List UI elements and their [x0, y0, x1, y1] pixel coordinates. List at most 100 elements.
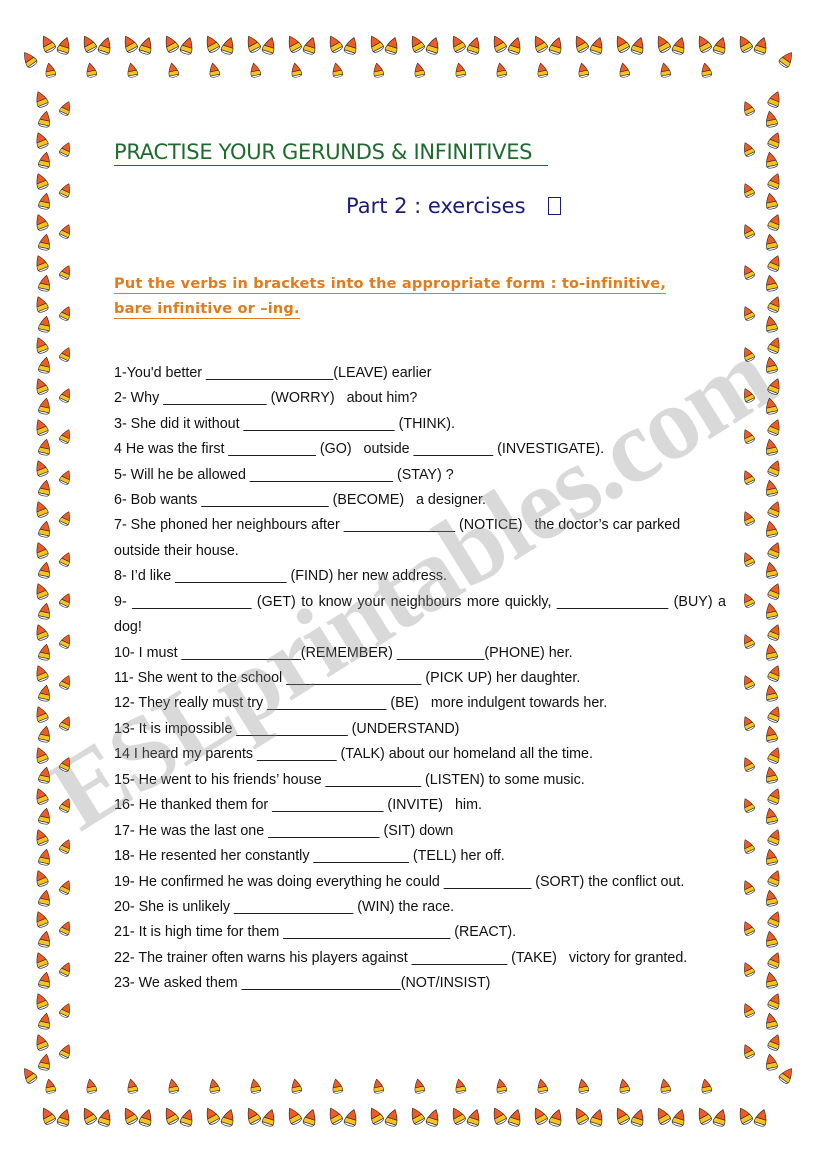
candy-corn-icon	[527, 31, 553, 57]
candy-corn-icon	[486, 31, 512, 57]
candy-corn-icon	[545, 34, 569, 58]
candy-corn-icon	[35, 31, 61, 57]
candy-corn-icon	[258, 34, 282, 58]
candy-corn-icon	[55, 466, 76, 487]
candy-corn-icon	[737, 179, 758, 200]
candy-corn-icon	[763, 292, 786, 315]
candy-corn-icon	[760, 723, 781, 744]
candy-corn-icon	[246, 61, 265, 80]
candy-corn-icon	[763, 948, 786, 971]
candy-corn-icon	[34, 313, 55, 334]
candy-corn-icon	[760, 682, 781, 703]
candy-corn-icon	[737, 794, 758, 815]
exercise-item: 21- It is high time for them ___________…	[114, 924, 517, 941]
candy-corn-icon	[737, 753, 758, 774]
candy-corn-icon	[410, 1077, 429, 1096]
candy-corn-icon	[760, 764, 781, 785]
candy-corn-icon	[55, 261, 76, 282]
candy-corn-icon	[586, 1106, 610, 1130]
candy-corn-icon	[41, 1077, 60, 1096]
candy-corn-icon	[82, 61, 101, 80]
candy-corn-icon	[737, 548, 758, 569]
candy-corn-icon	[34, 272, 55, 293]
candy-corn-icon	[545, 1106, 569, 1130]
candy-corn-icon	[34, 354, 55, 375]
candy-corn-icon	[763, 866, 786, 889]
candy-corn-icon	[697, 1077, 716, 1096]
candy-corn-icon	[763, 907, 786, 930]
candy-corn-icon	[760, 805, 781, 826]
instructions: Put the verbs in brackets into the appro…	[114, 272, 694, 323]
candy-corn-icon	[763, 661, 786, 684]
candy-corn-icon	[34, 436, 55, 457]
candy-corn-icon	[158, 1103, 184, 1129]
box-glyph-icon	[547, 197, 561, 215]
candy-corn-icon	[123, 1077, 142, 1096]
candy-corn-icon	[34, 600, 55, 621]
candy-corn-icon	[322, 31, 348, 57]
candy-corn-icon	[29, 538, 52, 561]
candy-corn-icon	[504, 34, 528, 58]
candy-corn-icon	[486, 1103, 512, 1129]
candy-corn-icon	[760, 887, 781, 908]
page-subtitle: Part 2 : exercises	[346, 194, 526, 218]
candy-corn-icon	[55, 835, 76, 856]
candy-corn-icon	[763, 210, 786, 233]
candy-corn-icon	[760, 846, 781, 867]
candy-corn-icon	[668, 34, 692, 58]
exercise-item: 18- He resented her constantly _________…	[114, 848, 505, 865]
candy-corn-icon	[16, 46, 41, 71]
candy-corn-icon	[760, 1010, 781, 1031]
candy-corn-icon	[656, 1077, 675, 1096]
candy-corn-icon	[34, 190, 55, 211]
candy-corn-icon	[737, 220, 758, 241]
candy-corn-icon	[55, 876, 76, 897]
candy-corn-icon	[29, 784, 52, 807]
candy-corn-icon	[668, 1106, 692, 1130]
candy-corn-icon	[750, 1106, 774, 1130]
candy-corn-icon	[34, 969, 55, 990]
candy-corn-icon	[29, 620, 52, 643]
candy-corn-icon	[29, 907, 52, 930]
candy-corn-icon	[34, 559, 55, 580]
candy-corn-icon	[451, 1077, 470, 1096]
candy-corn-icon	[463, 1106, 487, 1130]
candy-corn-icon	[29, 825, 52, 848]
candy-corn-icon	[627, 34, 651, 58]
candy-corn-icon	[737, 97, 758, 118]
candy-corn-icon	[55, 671, 76, 692]
candy-corn-icon	[760, 1051, 781, 1072]
candy-corn-icon	[34, 149, 55, 170]
candy-corn-icon	[29, 169, 52, 192]
candy-corn-icon	[176, 34, 200, 58]
candy-corn-icon	[76, 31, 102, 57]
candy-corn-icon	[763, 333, 786, 356]
candy-corn-icon	[34, 518, 55, 539]
candy-corn-icon	[533, 1077, 552, 1096]
candy-corn-icon	[404, 31, 430, 57]
candy-corn-icon	[29, 661, 52, 684]
candy-corn-icon	[287, 1077, 306, 1096]
candy-corn-icon	[763, 169, 786, 192]
candy-corn-icon	[35, 1103, 61, 1129]
candy-corn-icon	[41, 61, 60, 80]
candy-corn-icon	[55, 179, 76, 200]
candy-corn-icon	[774, 1062, 799, 1087]
candy-corn-icon	[55, 917, 76, 938]
candy-corn-icon	[76, 1103, 102, 1129]
candy-corn-icon	[287, 61, 306, 80]
exercise-item: 22- The trainer often warns his players …	[114, 949, 688, 966]
candy-corn-icon	[410, 61, 429, 80]
candy-corn-icon	[445, 1103, 471, 1129]
candy-corn-icon	[763, 128, 786, 151]
candy-corn-icon	[737, 302, 758, 323]
candy-corn-icon	[615, 61, 634, 80]
candy-corn-icon	[615, 1077, 634, 1096]
candy-corn-icon	[763, 702, 786, 725]
candy-corn-icon	[29, 948, 52, 971]
candy-corn-icon	[29, 210, 52, 233]
candy-corn-icon	[737, 835, 758, 856]
candy-corn-icon	[763, 87, 786, 110]
candy-corn-icon	[94, 1106, 118, 1130]
candy-corn-icon	[737, 999, 758, 1020]
